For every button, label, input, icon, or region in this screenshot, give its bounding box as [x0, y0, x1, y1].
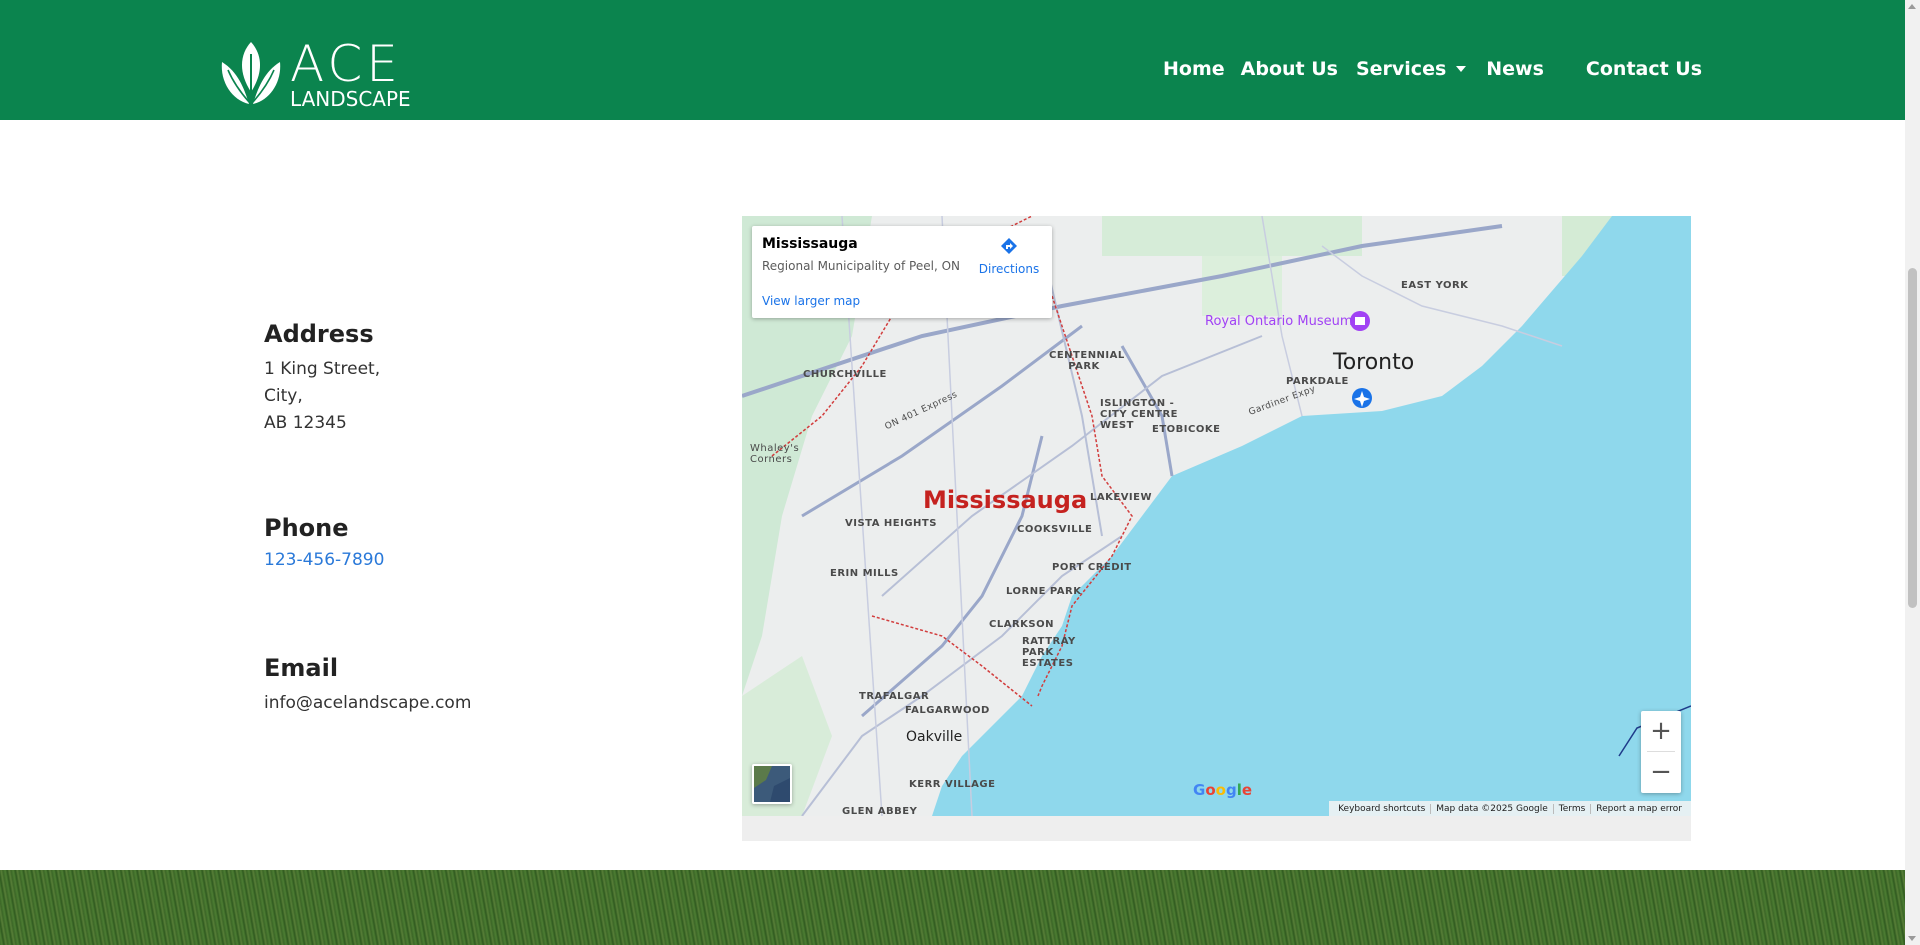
scroll-down-arrow-icon[interactable] [1908, 936, 1916, 941]
address-line2: City, [264, 386, 303, 406]
directions-button[interactable]: Directions [974, 236, 1044, 276]
address-line1: 1 King Street, [264, 359, 381, 379]
page-scrollbar[interactable] [1905, 0, 1920, 945]
map-attribution: Keyboard shortcuts Map data ©2025 Google… [1329, 801, 1691, 816]
view-larger-map-link[interactable]: View larger map [762, 294, 860, 308]
map-card-title: Mississauga [762, 236, 858, 252]
map-label-erin-mills: ERIN MILLS [830, 568, 899, 579]
scroll-thumb[interactable] [1908, 268, 1917, 608]
keyboard-shortcuts-link[interactable]: Keyboard shortcuts [1333, 804, 1430, 814]
map-label-east-york: EAST YORK [1401, 280, 1469, 291]
directions-label: Directions [978, 262, 1040, 276]
map-label-royal-ontario-museum: Royal Ontario Museum [1205, 314, 1353, 329]
page: ACE LANDSCAPE Home About Us Services New… [0, 0, 1905, 945]
zoom-controls: + − [1641, 711, 1681, 793]
logo-text-ace: ACE [290, 35, 402, 93]
zoom-in-button[interactable]: + [1641, 711, 1681, 751]
address-block: Address 1 King Street, City, AB 12345 [264, 320, 380, 437]
nav-contact[interactable]: Contact Us [1586, 58, 1702, 80]
phone-heading: Phone [264, 514, 349, 542]
logo[interactable]: ACE LANDSCAPE [218, 38, 418, 110]
map-label-lorne-park: LORNE PARK [1006, 586, 1082, 597]
email-block: Email info@acelandscape.com [264, 654, 471, 717]
map-label-etobicoke: ETOBICOKE [1152, 424, 1221, 435]
map-label-whaleys-corners: Whaley's Corners [750, 443, 800, 465]
map-label-mississauga: Mississauga [923, 486, 1088, 514]
map-label-churchville: CHURCHVILLE [803, 369, 887, 380]
map-label-parkdale: PARKDALE [1286, 376, 1349, 387]
map-label-port-credit: PORT CREDIT [1052, 562, 1132, 573]
report-error-link[interactable]: Report a map error [1590, 803, 1687, 814]
map-layer-toggle[interactable] [752, 764, 792, 804]
terms-link[interactable]: Terms [1552, 803, 1591, 814]
map-info-card: Mississauga Regional Municipality of Pee… [752, 226, 1052, 318]
zoom-out-button[interactable]: − [1641, 752, 1681, 792]
nav-news[interactable]: News [1486, 58, 1544, 80]
caret-down-icon [1456, 66, 1467, 72]
map-label-trafalgar: TRAFALGAR [859, 691, 930, 702]
map-label-lakeview: LAKEVIEW [1090, 492, 1153, 503]
email-value: info@acelandscape.com [264, 693, 472, 713]
map-label-clarkson: CLARKSON [989, 619, 1054, 630]
map-label-centennial-park: CENTENNIAL PARK [1049, 350, 1125, 372]
map-label-glen-abbey: GLEN ABBEY [842, 806, 918, 816]
main-nav: Home About Us Services News Contact Us [1163, 58, 1702, 80]
site-header: ACE LANDSCAPE Home About Us Services New… [0, 0, 1905, 120]
map-label-toronto: Toronto [1333, 350, 1415, 375]
map-label-kerr-village: KERR VILLAGE [909, 779, 996, 790]
map-data-text: Map data ©2025 Google [1430, 803, 1553, 814]
map-card-subtitle: Regional Municipality of Peel, ON [762, 259, 961, 273]
map-label-rattray: RATTRAY PARK ESTATES [1022, 636, 1076, 669]
google-map[interactable]: Mississauga Toronto Oakville Royal Ontar… [742, 216, 1691, 816]
satellite-thumbnail-icon [754, 766, 790, 802]
email-heading: Email [264, 654, 339, 682]
logo-text-landscape: LANDSCAPE [290, 87, 411, 111]
map-container: Mississauga Toronto Oakville Royal Ontar… [742, 216, 1691, 841]
nav-services[interactable]: Services [1356, 58, 1467, 80]
address-heading: Address [264, 320, 374, 348]
map-label-falgarwood: FALGARWOOD [905, 705, 990, 716]
grass-banner-image [0, 870, 1905, 945]
nav-services-label[interactable]: Services [1356, 58, 1446, 80]
map-label-vista-heights: VISTA HEIGHTS [845, 518, 937, 529]
phone-link[interactable]: 123-456-7890 [264, 550, 384, 570]
nav-home[interactable]: Home [1163, 58, 1225, 80]
address-line3: AB 12345 [264, 413, 347, 433]
map-label-oakville: Oakville [906, 729, 963, 745]
leaf-logo-icon [221, 42, 281, 104]
google-logo: Google [1193, 781, 1253, 799]
map-label-cooksville: COOKSVILLE [1017, 524, 1093, 535]
nav-about[interactable]: About Us [1241, 58, 1338, 80]
directions-icon [1001, 238, 1017, 254]
phone-block: Phone 123-456-7890 [264, 514, 384, 570]
scroll-up-arrow-icon[interactable] [1908, 4, 1916, 9]
